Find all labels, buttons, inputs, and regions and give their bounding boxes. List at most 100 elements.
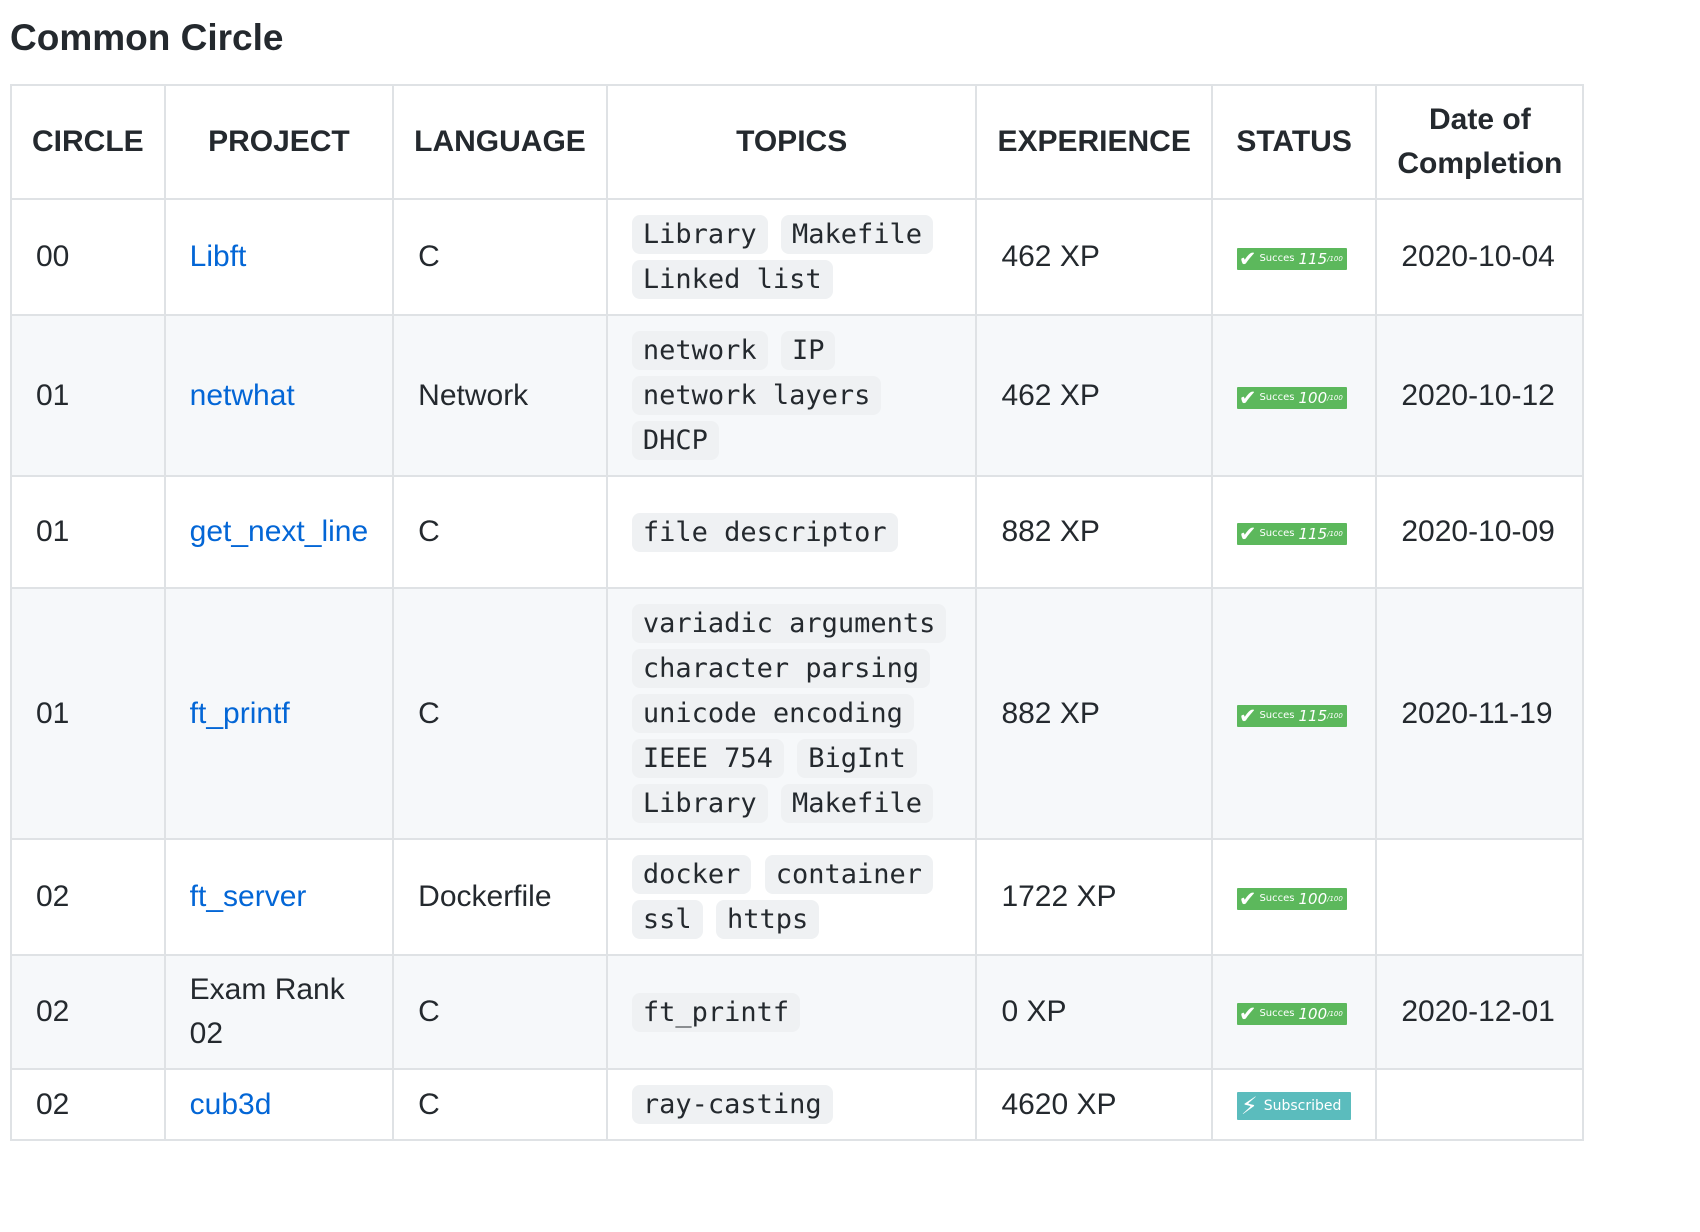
project-link[interactable]: Libft [190, 240, 247, 273]
cell-date [1375, 1068, 1585, 1141]
badge-score: 115 [1298, 706, 1328, 725]
topic-tag: ray-casting [631, 1085, 833, 1124]
cell-language: C [392, 1068, 608, 1141]
topic-tag: unicode encoding [631, 694, 914, 733]
topic-tag: ft_printf [631, 992, 801, 1032]
badge-score: 115 [1298, 250, 1328, 268]
success-badge: ✔ Succes 115/100 [1236, 247, 1347, 271]
topic-tag: Library [631, 215, 768, 254]
cell-project: netwhat [163, 314, 395, 477]
header-status: STATUS [1210, 84, 1378, 200]
cell-project: ft_printf [163, 587, 395, 840]
checkmark-icon: ✔ [1238, 887, 1257, 911]
cell-project: Exam Rank 02 [163, 954, 395, 1070]
project-link[interactable]: get_next_line [190, 515, 368, 548]
cell-project: cub3d [163, 1068, 395, 1141]
page: Common Circle CIRCLE PROJECT LANGUAGE TO… [0, 0, 1700, 1141]
checkmark-icon: ✔ [1238, 703, 1257, 728]
success-badge: ✔ Succes 100/100 [1236, 1002, 1347, 1026]
badge-max: /100 [1327, 255, 1343, 263]
cell-date: 2020-10-12 [1375, 314, 1585, 477]
topic-tag: network layers [631, 376, 882, 415]
cell-language: C [392, 198, 608, 316]
cell-topics: docker container ssl https [605, 838, 978, 956]
cell-topics: file descriptor [605, 475, 978, 589]
lightning-icon: ⚡︎ [1240, 1091, 1258, 1120]
checkmark-icon: ✔ [1238, 1002, 1257, 1026]
cell-project: Libft [163, 198, 395, 316]
cell-topics: ray-casting [605, 1068, 978, 1141]
success-badge: ✔ Succes 115/100 [1236, 522, 1347, 546]
topic-tag: docker [631, 855, 752, 894]
cell-status: ✔ Succes 100/100 [1210, 314, 1378, 477]
cell-date: 2020-11-19 [1375, 587, 1585, 840]
badge-word: Succes [1259, 391, 1295, 403]
cell-status: ✔ Succes 115/100 [1210, 198, 1378, 316]
cell-experience: 1722 XP [975, 838, 1213, 956]
header-project: PROJECT [163, 84, 395, 200]
cell-circle: 01 [10, 314, 166, 477]
cell-status: ✔ Succes 115/100 [1210, 587, 1378, 840]
cell-status: ⚡︎ Subscribed [1210, 1068, 1378, 1141]
table-row: 01 get_next_line Cfile descriptor 882 XP ✔ S… [10, 475, 1585, 589]
topic-tag: BigInt [797, 739, 917, 778]
cell-experience: 4620 XP [975, 1068, 1213, 1141]
topic-tag: container [764, 855, 934, 894]
project-link[interactable]: cub3d [190, 1088, 272, 1121]
subscribed-badge: ⚡︎ Subscribed [1236, 1091, 1352, 1120]
cell-date: 2020-10-09 [1375, 475, 1585, 589]
badge-word: Subscribed [1263, 1097, 1342, 1114]
cell-topics: ft_printf [605, 954, 978, 1070]
cell-experience: 462 XP [975, 198, 1213, 316]
page-title: Common Circle [10, 17, 284, 58]
cell-status: ✔ Succes 100/100 [1210, 954, 1378, 1070]
topic-tag: variadic arguments [631, 604, 947, 643]
table-row: 01 ft_printf Cvariadic arguments character… [10, 587, 1585, 840]
badge-word: Succes [1259, 253, 1295, 264]
project-link[interactable]: ft_server [190, 880, 307, 913]
topic-tag: Makefile [780, 784, 934, 823]
success-badge: ✔ Succes 100/100 [1236, 887, 1347, 911]
table-row: 00 Libft C Library Makefile Linked list 462… [10, 198, 1585, 316]
header-date-line1: Date of [1429, 103, 1531, 136]
header-date-line2: Completion [1397, 147, 1563, 180]
cell-language: C [392, 954, 608, 1070]
cell-language: C [392, 587, 608, 840]
cell-circle: 02 [10, 954, 166, 1070]
table-row: 01 netwhat Network network IP network layer… [10, 314, 1585, 477]
table-header-row: CIRCLE PROJECT LANGUAGE TOPICS EXPERIENC… [10, 84, 1585, 200]
badge-max: /100 [1327, 530, 1343, 538]
cell-status: ✔ Succes 115/100 [1210, 475, 1378, 589]
cell-circle: 02 [10, 1068, 166, 1141]
badge-word: Succes [1259, 528, 1295, 539]
badge-max: /100 [1327, 711, 1343, 720]
cell-circle: 01 [10, 475, 166, 589]
table-row: 02 Exam Rank 02 Cft_printf 0 XP ✔ Succes 100/… [10, 954, 1585, 1070]
cell-topics: Library Makefile Linked list [605, 198, 978, 316]
header-circle: CIRCLE [10, 84, 166, 200]
cell-project: get_next_line [163, 475, 395, 589]
project-link[interactable]: ft_printf [190, 697, 290, 730]
topic-tag: https [715, 900, 820, 939]
table-row: 02 cub3d Cray-casting 4620 XP ⚡︎ Subscribed [10, 1068, 1585, 1141]
cell-topics: variadic arguments character parsing uni… [605, 587, 978, 840]
badge-max: /100 [1327, 895, 1343, 903]
badge-score: 100 [1298, 388, 1328, 407]
badge-word: Succes [1259, 709, 1295, 721]
header-topics: TOPICS [605, 84, 978, 200]
checkmark-icon: ✔ [1238, 522, 1257, 546]
badge-max: /100 [1327, 393, 1343, 402]
projects-table: CIRCLE PROJECT LANGUAGE TOPICS EXPERIENC… [10, 84, 1585, 1141]
checkmark-icon: ✔ [1238, 247, 1257, 271]
cell-date [1375, 838, 1585, 956]
table-row: 02 ft_server Dockerfile docker container ss… [10, 838, 1585, 956]
cell-date: 2020-10-04 [1375, 198, 1585, 316]
topic-tag: network [631, 331, 768, 370]
badge-score: 100 [1298, 890, 1328, 908]
topic-tag: ssl [631, 900, 703, 939]
cell-experience: 0 XP [975, 954, 1213, 1070]
project-link[interactable]: netwhat [190, 379, 295, 412]
cell-project: ft_server [163, 838, 395, 956]
header-experience: EXPERIENCE [975, 84, 1213, 200]
success-badge: ✔ Succes 115/100 [1236, 703, 1347, 728]
